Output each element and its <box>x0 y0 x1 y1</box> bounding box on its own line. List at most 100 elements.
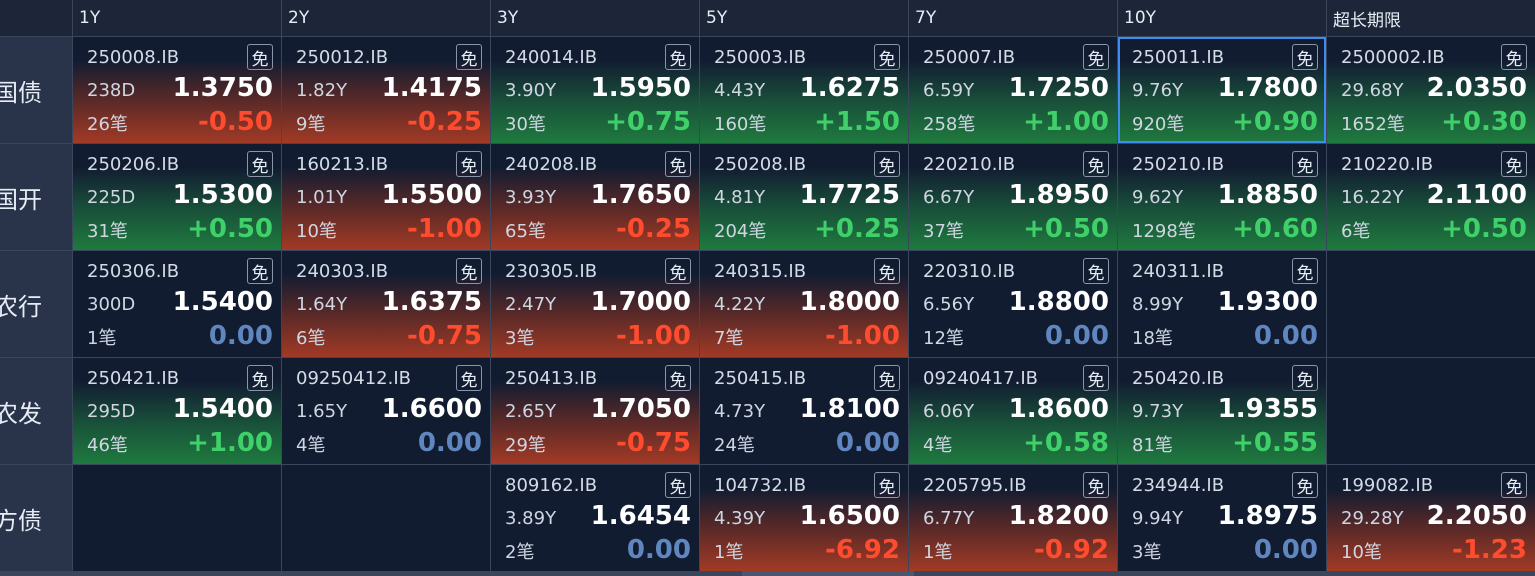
yield-value: 1.6275 <box>799 73 900 103</box>
yield-value: 1.5950 <box>590 73 691 103</box>
bond-code: 250011.IB <box>1132 46 1225 68</box>
yield-value: 1.7725 <box>799 180 900 210</box>
quote-cell[interactable]: 220310.IB 免 6.56Y 1.8800 12笔 0.00 <box>909 251 1117 357</box>
quote-cell[interactable]: 250008.IB 免 238D 1.3750 26笔 -0.50 <box>73 37 281 143</box>
quote-cell[interactable]: 240303.IB 免 1.64Y 1.6375 6笔 -0.75 <box>282 251 490 357</box>
bond-code: 220210.IB <box>923 153 1016 175</box>
quote-line-change: 65笔 -0.25 <box>505 214 691 248</box>
quote-cell[interactable]: 2500002.IB 免 29.68Y 2.0350 1652笔 +0.30 <box>1327 37 1535 143</box>
quote-cell[interactable]: 240208.IB 免 3.93Y 1.7650 65笔 -0.25 <box>491 144 699 250</box>
quote-cell-empty <box>73 465 281 571</box>
quote-cell[interactable]: 250420.IB 免 9.73Y 1.9355 81笔 +0.55 <box>1118 358 1326 464</box>
quote-line-yield: 1.01Y 1.5500 <box>296 180 482 214</box>
quote-cell[interactable]: 240311.IB 免 8.99Y 1.9300 18笔 0.00 <box>1118 251 1326 357</box>
quote-line-yield: 9.76Y 1.7800 <box>1132 73 1318 107</box>
quote-line-code: 250208.IB 免 <box>714 150 900 178</box>
column-header[interactable]: 2Y <box>282 0 490 36</box>
quote-cell[interactable]: 230305.IB 免 2.47Y 1.7000 3笔 -1.00 <box>491 251 699 357</box>
tax-free-badge: 免 <box>665 44 691 70</box>
trade-count: 920笔 <box>1132 114 1185 135</box>
trade-count: 81笔 <box>1132 435 1173 456</box>
tax-free-badge: 免 <box>665 151 691 177</box>
yield-change: -0.25 <box>407 107 482 137</box>
yield-value: 1.5500 <box>381 180 482 210</box>
quote-cell[interactable]: 104732.IB 免 4.39Y 1.6500 1笔 -6.92 <box>700 465 908 571</box>
yield-value: 1.7650 <box>590 180 691 210</box>
quote-cell[interactable]: 250306.IB 免 300D 1.5400 1笔 0.00 <box>73 251 281 357</box>
tax-free-badge: 免 <box>247 365 273 391</box>
remaining-term: 9.62Y <box>1132 187 1184 208</box>
quote-cell[interactable]: 240014.IB 免 3.90Y 1.5950 30笔 +0.75 <box>491 37 699 143</box>
quote-line-code: 250413.IB 免 <box>505 364 691 392</box>
quote-cell[interactable]: 09240417.IB 免 6.06Y 1.8600 4笔 +0.58 <box>909 358 1117 464</box>
quote-line-yield: 1.82Y 1.4175 <box>296 73 482 107</box>
yield-change: 0.00 <box>1253 321 1318 351</box>
quote-line-yield: 4.22Y 1.8000 <box>714 287 900 321</box>
quote-cell[interactable]: 220210.IB 免 6.67Y 1.8950 37笔 +0.50 <box>909 144 1117 250</box>
remaining-term: 1.64Y <box>296 294 348 315</box>
quote-cell[interactable]: 250413.IB 免 2.65Y 1.7050 29笔 -0.75 <box>491 358 699 464</box>
tax-free-badge: 免 <box>1292 44 1318 70</box>
quote-line-yield: 16.22Y 2.1100 <box>1341 180 1527 214</box>
remaining-term: 6.77Y <box>923 508 975 529</box>
quote-line-code: 09250412.IB 免 <box>296 364 482 392</box>
quote-cell[interactable]: 210220.IB 免 16.22Y 2.1100 6笔 +0.50 <box>1327 144 1535 250</box>
yield-change: +0.75 <box>605 107 691 137</box>
bond-code: 240014.IB <box>505 46 598 68</box>
remaining-term: 3.89Y <box>505 508 557 529</box>
trade-count: 3笔 <box>1132 542 1162 563</box>
quote-cell[interactable]: 2205795.IB 免 6.77Y 1.8200 1笔 -0.92 <box>909 465 1117 571</box>
trade-count: 65笔 <box>505 221 546 242</box>
quote-cell[interactable]: 234944.IB 免 9.94Y 1.8975 3笔 0.00 <box>1118 465 1326 571</box>
column-header[interactable]: 3Y <box>491 0 699 36</box>
yield-change: +1.00 <box>1023 107 1109 137</box>
tax-free-badge: 免 <box>665 258 691 284</box>
column-header[interactable]: 1Y <box>73 0 281 36</box>
quote-cell[interactable]: 250210.IB 免 9.62Y 1.8850 1298笔 +0.60 <box>1118 144 1326 250</box>
quote-line-change: 9笔 -0.25 <box>296 107 482 141</box>
yield-value: 2.0350 <box>1426 73 1527 103</box>
quote-cell[interactable]: 250011.IB 免 9.76Y 1.7800 920笔 +0.90 <box>1118 37 1326 143</box>
quote-cell[interactable]: 240315.IB 免 4.22Y 1.8000 7笔 -1.00 <box>700 251 908 357</box>
yield-change: 0.00 <box>626 535 691 565</box>
row-label: 农行 <box>0 251 72 357</box>
quote-cell[interactable]: 250415.IB 免 4.73Y 1.8100 24笔 0.00 <box>700 358 908 464</box>
quote-cell[interactable]: 250003.IB 免 4.43Y 1.6275 160笔 +1.50 <box>700 37 908 143</box>
quote-line-change: 1笔 -0.92 <box>923 535 1109 569</box>
horizontal-scrollbar[interactable] <box>742 571 914 576</box>
column-header[interactable]: 超长期限 <box>1327 0 1535 36</box>
quote-cell[interactable]: 250421.IB 免 295D 1.5400 46笔 +1.00 <box>73 358 281 464</box>
yield-value: 1.4175 <box>381 73 482 103</box>
quote-cell[interactable]: 250007.IB 免 6.59Y 1.7250 258笔 +1.00 <box>909 37 1117 143</box>
quote-line-yield: 6.56Y 1.8800 <box>923 287 1109 321</box>
quote-line-code: 250007.IB 免 <box>923 43 1109 71</box>
remaining-term: 4.81Y <box>714 187 766 208</box>
tax-free-badge: 免 <box>1292 472 1318 498</box>
trade-count: 7笔 <box>714 328 744 349</box>
yield-change: -1.00 <box>407 214 482 244</box>
quote-line-code: 220310.IB 免 <box>923 257 1109 285</box>
quote-cell[interactable]: 250206.IB 免 225D 1.5300 31笔 +0.50 <box>73 144 281 250</box>
quote-line-code: 230305.IB 免 <box>505 257 691 285</box>
yield-value: 1.6600 <box>381 394 482 424</box>
remaining-term: 29.68Y <box>1341 80 1404 101</box>
yield-change: -0.75 <box>616 428 691 458</box>
trade-count: 18笔 <box>1132 328 1173 349</box>
yield-change: +0.50 <box>187 214 273 244</box>
quote-cell[interactable]: 250208.IB 免 4.81Y 1.7725 204笔 +0.25 <box>700 144 908 250</box>
quote-line-code: 199082.IB 免 <box>1341 471 1527 499</box>
quote-cell[interactable]: 809162.IB 免 3.89Y 1.6454 2笔 0.00 <box>491 465 699 571</box>
quote-cell[interactable]: 160213.IB 免 1.01Y 1.5500 10笔 -1.00 <box>282 144 490 250</box>
quote-cell[interactable]: 09250412.IB 免 1.65Y 1.6600 4笔 0.00 <box>282 358 490 464</box>
trade-count: 1笔 <box>923 542 953 563</box>
column-header[interactable]: 7Y <box>909 0 1117 36</box>
column-header[interactable]: 10Y <box>1118 0 1326 36</box>
yield-change: +0.58 <box>1023 428 1109 458</box>
column-header[interactable]: 5Y <box>700 0 908 36</box>
yield-change: +1.00 <box>187 428 273 458</box>
trade-count: 4笔 <box>923 435 953 456</box>
tax-free-badge: 免 <box>1501 151 1527 177</box>
yield-change: -0.92 <box>1034 535 1109 565</box>
quote-cell[interactable]: 199082.IB 免 29.28Y 2.2050 10笔 -1.23 <box>1327 465 1535 571</box>
quote-cell[interactable]: 250012.IB 免 1.82Y 1.4175 9笔 -0.25 <box>282 37 490 143</box>
